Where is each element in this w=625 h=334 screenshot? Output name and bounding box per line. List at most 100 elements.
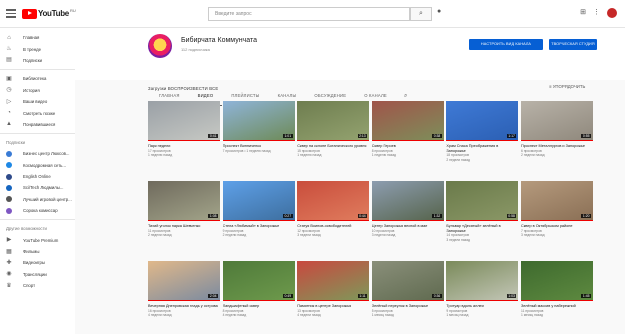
video-duration: 0:44 bbox=[357, 213, 368, 218]
video-age: 2 недели назад bbox=[446, 157, 470, 162]
progress-bar bbox=[222, 299, 295, 301]
progress-bar bbox=[446, 299, 519, 301]
avatar[interactable] bbox=[607, 8, 617, 18]
video-thumbnail[interactable]: 0:49 bbox=[222, 261, 295, 301]
sidebar-item-liked[interactable]: ▲ Понравившиеся bbox=[0, 119, 75, 130]
microphone-icon[interactable]: ● bbox=[437, 8, 441, 15]
top-bar: YouTube RU Введите запрос ⌕ ● ⊞ ⋮ bbox=[0, 0, 625, 28]
sidebar-item-library[interactable]: ▣ Библиотека bbox=[0, 73, 75, 84]
video-thumbnail[interactable]: 2:13 bbox=[297, 101, 370, 141]
video-views: 7 просмотров • 1 неделю назад bbox=[222, 148, 271, 153]
video-thumbnail[interactable]: 1:03 bbox=[446, 261, 519, 301]
sidebar-item-watch-later[interactable]: ◔ Смотреть позже bbox=[0, 107, 75, 118]
video-title[interactable]: Вечерняя Днепровская гладь у острова bbox=[148, 304, 220, 309]
video-card[interactable]: 0:44 Статуя Воинов-освободителей 12 просмо… bbox=[297, 181, 370, 253]
progress-bar bbox=[297, 299, 370, 301]
video-title[interactable]: Проспект Металлургов и Запорожье bbox=[521, 144, 593, 149]
video-thumbnail[interactable]: 1:11 bbox=[297, 261, 370, 301]
more-heading: Другие возможности bbox=[6, 226, 47, 232]
video-duration: 0:58 bbox=[506, 213, 517, 218]
video-thumbnail[interactable]: 2:04 bbox=[148, 261, 220, 301]
sidebar-item-movies[interactable]: ▦ Фильмы bbox=[0, 246, 75, 257]
video-duration: 1:11 bbox=[357, 293, 368, 298]
channel-avatar bbox=[6, 173, 12, 180]
search-button[interactable]: ⌕ bbox=[410, 7, 432, 21]
progress-bar bbox=[148, 219, 220, 221]
video-thumbnail[interactable]: 0:38 bbox=[371, 101, 444, 141]
video-card[interactable]: 1:03 Тротуар вдоль аллеи 9 просмотров 1 мес… bbox=[446, 261, 519, 333]
video-thumbnail[interactable]: 0:41 bbox=[148, 101, 220, 141]
video-age: 3 недели назад bbox=[521, 233, 545, 237]
progress-bar bbox=[148, 299, 220, 301]
sidebar-item-home[interactable]: ⌂ Главная bbox=[0, 32, 75, 43]
video-title[interactable]: Храм Спаса Преображения в Запорожье bbox=[446, 144, 518, 153]
customize-channel-button[interactable]: НАСТРОИТЬ ВИД КАНАЛА bbox=[469, 39, 543, 50]
video-card[interactable]: 0:49 Ландшафтный сквер 8 просмотров 4 недел… bbox=[222, 261, 295, 333]
apps-icon[interactable]: ⋮ bbox=[593, 8, 600, 18]
create-video-icon[interactable]: ⊞ bbox=[580, 8, 586, 18]
video-card[interactable]: 0:27 Стела «Любимый» в Запорожье 9 просмот… bbox=[222, 181, 295, 253]
video-card[interactable]: 2:04 Вечерняя Днепровская гладь у острова… bbox=[148, 261, 220, 333]
sidebar-item-history[interactable]: ◷ История bbox=[0, 85, 75, 96]
video-card[interactable]: 1:01 Проспект Винниченко 7 просмотров • 1 … bbox=[222, 101, 295, 173]
sidebar-item-premium[interactable]: ▶ YouTube Premium bbox=[0, 234, 75, 245]
sidebar-sub[interactable]: Космодромная сеть... bbox=[0, 160, 75, 171]
video-title[interactable]: Бульвар «Десятый» зелёный в Запорожье bbox=[446, 224, 518, 233]
video-thumbnail[interactable]: 1:01 bbox=[222, 101, 295, 141]
video-card[interactable]: 0:55 Проспект Металлургов и Запорожье 6 пр… bbox=[521, 101, 593, 173]
sidebar-item-live[interactable]: ◉ Трансляции bbox=[0, 269, 75, 280]
sidebar-sub[interactable]: Sci/Tech Людмилы... bbox=[0, 182, 75, 193]
sidebar-item-sport[interactable]: ♛ Спорт bbox=[0, 280, 75, 291]
video-thumbnail[interactable]: 0:44 bbox=[297, 181, 370, 221]
video-card[interactable]: 0:38 Сквер Героев 8 просмотров 1 неделю наз… bbox=[371, 101, 444, 173]
sidebar-item-your-videos[interactable]: ▷ Ваши видео bbox=[0, 96, 75, 107]
video-card[interactable]: 1:17 Храм Спаса Преображения в Запорожье 1… bbox=[446, 101, 519, 173]
sidebar-sub[interactable]: Лучший игровой центр... bbox=[0, 194, 75, 205]
play-logo-icon bbox=[22, 8, 37, 19]
video-duration: 0:41 bbox=[208, 133, 218, 138]
channel-header: Бибирчата Коммунчата 112 подписчика НАСТ… bbox=[75, 28, 625, 106]
sidebar-item-subscriptions[interactable]: ▤ Подписки bbox=[0, 55, 75, 66]
channel-avatar[interactable] bbox=[148, 34, 172, 58]
video-card[interactable]: 0:41 Парк недели 17 просмотров 1 неделю наз… bbox=[148, 101, 220, 173]
video-thumbnail[interactable]: 1:08 bbox=[148, 181, 220, 221]
sidebar-item-gaming[interactable]: ✚ Видеоигры bbox=[0, 257, 75, 268]
video-age: 2 недели назад bbox=[148, 233, 172, 237]
video-title[interactable]: Сквер на склоне Ботанического уровня bbox=[297, 144, 369, 149]
progress-bar bbox=[521, 139, 593, 141]
video-duration: 0:38 bbox=[432, 133, 442, 138]
sidebar-sub[interactable]: Бизнес центр Люксов... bbox=[0, 148, 75, 159]
sidebar-item-trending[interactable]: ♨ В тренде bbox=[0, 43, 75, 54]
video-thumbnail[interactable]: 0:55 bbox=[521, 101, 593, 141]
video-thumbnail[interactable]: 0:36 bbox=[371, 261, 444, 301]
sort-button[interactable]: ≡ УПОРЯДОЧИТЬ bbox=[549, 84, 585, 89]
video-thumbnail[interactable]: 0:58 bbox=[446, 181, 519, 221]
video-card[interactable]: 1:20 Сквер в Октябрьском районе 7 просмотр… bbox=[521, 181, 593, 253]
progress-bar bbox=[371, 299, 444, 301]
video-card[interactable]: 1:32 Центр Запорожья весной в мае 10 просм… bbox=[371, 181, 444, 253]
video-thumbnail[interactable]: 1:45 bbox=[521, 261, 593, 301]
video-thumbnail[interactable]: 1:32 bbox=[371, 181, 444, 221]
video-card[interactable]: 1:11 Памятник в центре Запорожья 13 просмо… bbox=[297, 261, 370, 333]
video-card[interactable]: 0:36 Зелёный переулок в Запорожье 5 просмо… bbox=[371, 261, 444, 333]
studio-button[interactable]: ТВОРЧЕСКАЯ СТУДИЯ bbox=[549, 39, 597, 50]
progress-bar bbox=[371, 139, 444, 141]
menu-icon[interactable] bbox=[6, 9, 16, 18]
video-card[interactable]: 1:45 Зелёный массив у набережной 11 просмо… bbox=[521, 261, 593, 333]
search-input[interactable]: Введите запрос bbox=[208, 7, 410, 21]
video-thumbnail[interactable]: 1:17 bbox=[446, 101, 519, 141]
video-card[interactable]: 0:58 Бульвар «Десятый» зелёный в Запорожь… bbox=[446, 181, 519, 253]
video-age: 3 недели назад bbox=[446, 237, 470, 242]
video-thumbnail[interactable]: 0:27 bbox=[222, 181, 295, 221]
video-age: 1 неделю назад bbox=[371, 153, 396, 157]
sidebar-sub[interactable]: English Online bbox=[0, 171, 75, 182]
youtube-logo[interactable]: YouTube RU bbox=[22, 8, 76, 19]
sidebar-sub[interactable]: Сорока комиссар bbox=[0, 205, 75, 216]
uploads-title[interactable]: Загрузки ВОСПРОИЗВЕСТИ ВСЕ bbox=[148, 86, 218, 91]
video-card[interactable]: 2:13 Сквер на склоне Ботанического уровня… bbox=[297, 101, 370, 173]
video-age: 1 неделю назад bbox=[148, 153, 173, 157]
video-duration: 1:17 bbox=[506, 133, 517, 138]
video-thumbnail[interactable]: 1:20 bbox=[521, 181, 593, 221]
video-age: 1 месяц назад bbox=[446, 313, 469, 317]
video-card[interactable]: 1:08 Тихий уголок парка Шевченко 11 просмо… bbox=[148, 181, 220, 253]
